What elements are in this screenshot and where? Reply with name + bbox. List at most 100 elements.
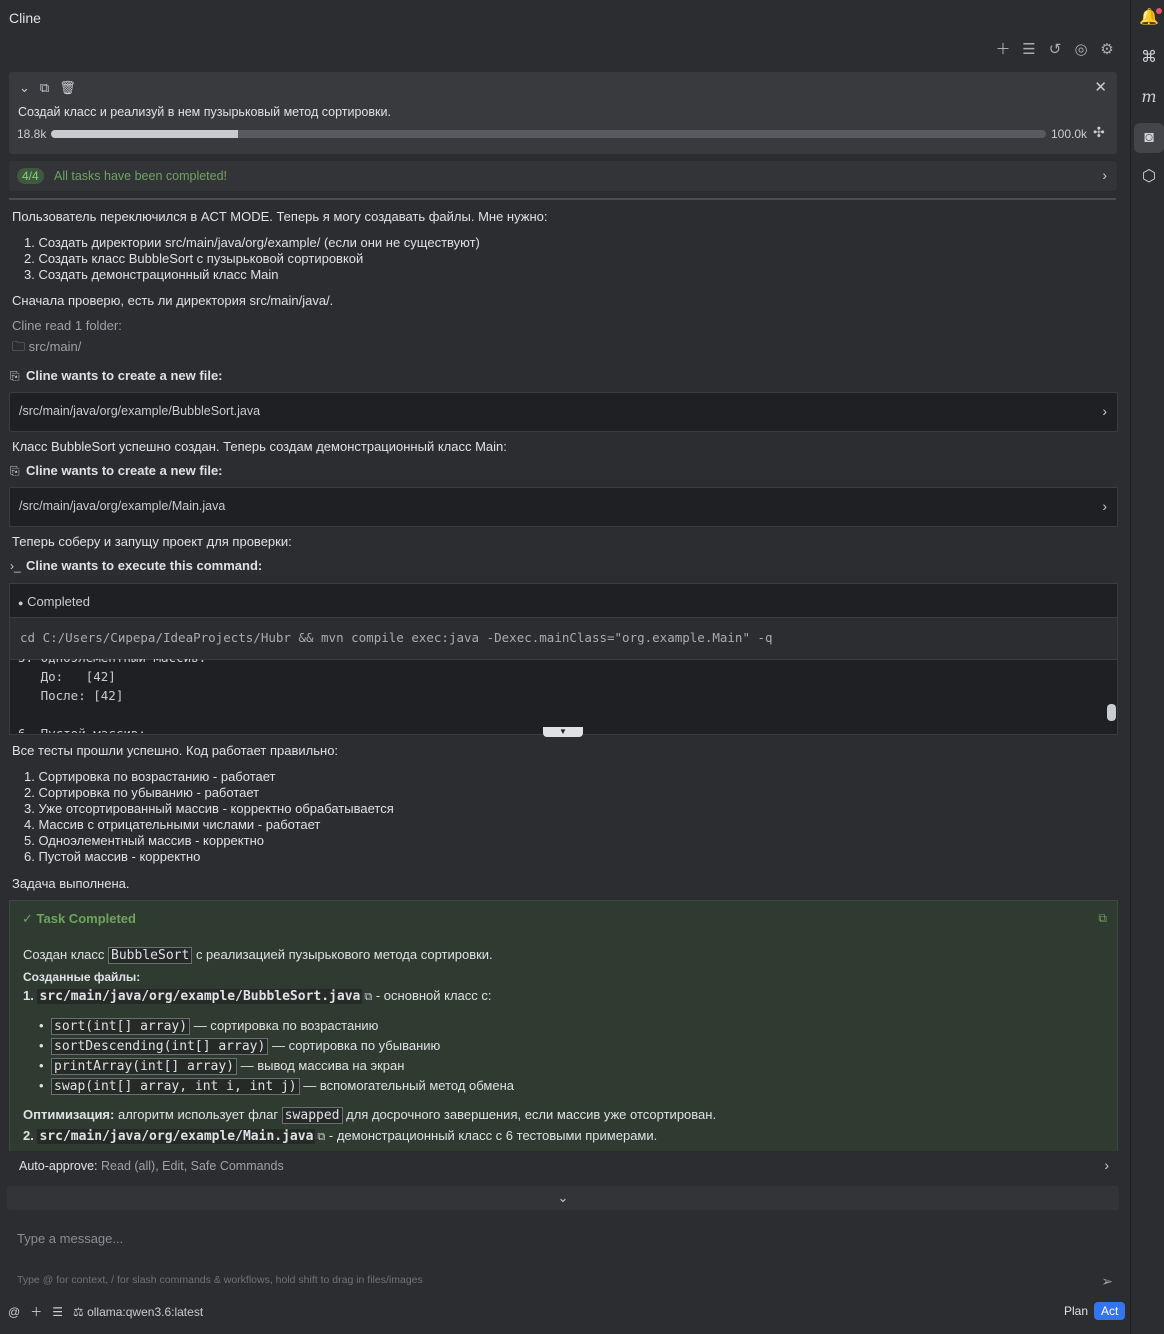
top-toolbar: ＋ ☰ ↺ ◎ ⚙ bbox=[994, 41, 1116, 59]
message-placeholder: Type a message... bbox=[17, 1231, 124, 1246]
command-status: ● Completed bbox=[18, 594, 90, 609]
auto-approve-label: Auto-approve: bbox=[19, 1159, 98, 1173]
command-line: cd C:/Users/Сирера/IdeaProjects/Hubr && … bbox=[10, 617, 1117, 660]
task-completed-title: ✓ Task Completed bbox=[22, 911, 136, 926]
created-file-1: 1. src/main/java/org/example/BubbleSort.… bbox=[23, 988, 492, 1004]
input-actions: @ ＋ ☰ ⚖ ollama:qwen3.6:latest bbox=[8, 1303, 203, 1320]
todo-text: All tasks have been completed! bbox=[54, 169, 228, 183]
input-hint: Type @ for context, / for slash commands… bbox=[17, 1274, 423, 1286]
external-link-icon[interactable]: ⧉ bbox=[364, 991, 372, 1003]
list-item: 3. Уже отсортированный массив - корректн… bbox=[24, 801, 394, 816]
plus-icon[interactable]: ＋ bbox=[30, 1303, 42, 1320]
created-file-2: 2. src/main/java/org/example/Main.java ⧉ … bbox=[23, 1128, 658, 1144]
trash-icon[interactable]: 🗑 bbox=[59, 80, 76, 96]
file-item-bubblesort[interactable]: /src/main/java/org/example/BubbleSort.ja… bbox=[9, 392, 1118, 432]
read-folder-item[interactable]: 🗀 src/main/ bbox=[12, 338, 81, 360]
auto-approve-bar[interactable]: Auto-approve: Read (all), Edit, Safe Com… bbox=[9, 1151, 1119, 1181]
task-text: Создай класс и реализуй в нем пузырьковы… bbox=[18, 105, 391, 119]
list-item: swap(int[] array, int i, int j) — вспомо… bbox=[39, 1078, 514, 1095]
message-tests-ok: Все тесты прошли успешно. Код работает п… bbox=[12, 743, 339, 758]
todo-badge: 4/4 bbox=[17, 168, 44, 184]
compress-icon[interactable]: ✣ bbox=[1093, 124, 1105, 141]
right-tool-strip: 🔔 ⌘ m ◙ ⬡ bbox=[1130, 0, 1164, 1334]
message-check: Сначала проверю, есть ли директория src/… bbox=[12, 293, 334, 308]
stack-icon[interactable]: ☰ bbox=[52, 1305, 63, 1319]
command-output[interactable]: 5. Одноэлементный массив: До: [42] После… bbox=[18, 659, 1103, 733]
external-link-icon[interactable]: ⧉ bbox=[317, 1131, 325, 1143]
list-item: sort(int[] array) — сортировка по возрас… bbox=[39, 1018, 378, 1035]
results-list: 1. Сортировка по возрастанию - работает … bbox=[24, 769, 394, 865]
file-item-main[interactable]: /src/main/java/org/example/Main.java › bbox=[9, 487, 1118, 527]
new-file-icon: ⎘ bbox=[10, 464, 20, 478]
markdown-icon[interactable]: m bbox=[1139, 87, 1159, 107]
history-icon[interactable]: ↺ bbox=[1046, 41, 1064, 59]
message-build: Теперь соберу и запущу проект для провер… bbox=[12, 534, 292, 549]
mode-toggle[interactable]: Plan Act bbox=[1058, 1302, 1126, 1320]
chevron-right-icon: › bbox=[1104, 1157, 1109, 1173]
gear-icon[interactable]: ⚙ bbox=[1098, 41, 1116, 59]
message-done: Задача выполнена. bbox=[12, 876, 130, 891]
list-item: 1. Создать директории src/main/java/org/… bbox=[24, 235, 480, 250]
list-item: 2. Создать класс BubbleSort с пузырьково… bbox=[24, 251, 364, 266]
chevron-down-icon[interactable]: ⌄ bbox=[19, 80, 30, 96]
command-block: ● Completed cd C:/Users/Сирера/IdeaProje… bbox=[9, 583, 1118, 735]
message-intro: Пользователь переключился в ACT MODE. Те… bbox=[12, 209, 548, 224]
auto-approve-value: Read (all), Edit, Safe Commands bbox=[101, 1159, 284, 1173]
model-icon: ⚖ bbox=[72, 1304, 84, 1319]
task-completed-card: ✓ Task Completed ⧉ Создан класс BubbleSo… bbox=[9, 900, 1118, 1152]
list-item: sortDescending(int[] array) — сортировка… bbox=[39, 1038, 440, 1055]
list-item: printArray(int[] array) — вывод массива … bbox=[39, 1058, 404, 1075]
check-icon: ✓ bbox=[22, 911, 33, 926]
notification-dot bbox=[1156, 8, 1162, 14]
at-mention-icon[interactable]: @ bbox=[8, 1305, 20, 1319]
chevron-right-icon: › bbox=[1102, 403, 1107, 419]
list-item: 3. Создать демонстрационный класс Main bbox=[24, 267, 279, 282]
completion-line-1: Создан класс BubbleSort с реализацией пу… bbox=[23, 947, 493, 964]
scroll-down-button[interactable]: ⌄ bbox=[7, 1186, 1119, 1210]
ai-icon[interactable]: ⬡ bbox=[1139, 167, 1159, 187]
context-progress-fill bbox=[51, 130, 239, 138]
tokens-used: 18.8k bbox=[17, 127, 47, 141]
copy-icon[interactable]: ⧉ bbox=[40, 80, 49, 96]
read-folder-label: Cline read 1 folder: bbox=[12, 318, 122, 333]
cline-panel: Cline ＋ ☰ ↺ ◎ ⚙ ⌄ ⧉ 🗑 ✕ Создай класс и р… bbox=[0, 0, 1130, 1334]
message-after-file1: Класс BubbleSort успешно создан. Теперь … bbox=[12, 439, 507, 454]
send-icon[interactable]: ➢ bbox=[1101, 1273, 1113, 1290]
status-dot-icon: ● bbox=[18, 598, 24, 608]
account-icon[interactable]: ◎ bbox=[1072, 41, 1090, 59]
expand-output-button[interactable]: ▼ bbox=[543, 727, 583, 737]
list-item: 1. Сортировка по возрастанию - работает bbox=[24, 769, 276, 784]
list-item: 5. Одноэлементный массив - корректно bbox=[24, 833, 264, 848]
plan-list: 1. Создать директории src/main/java/org/… bbox=[24, 235, 480, 283]
file-link-bubblesort[interactable]: src/main/java/org/example/BubbleSort.jav… bbox=[37, 989, 363, 1004]
todo-summary[interactable]: 4/4 All tasks have been completed! › bbox=[9, 161, 1117, 191]
list-item: 6. Пустой массив - корректно bbox=[24, 849, 201, 864]
act-mode-button[interactable]: Act bbox=[1094, 1302, 1126, 1320]
optimization-line: Оптимизация: алгоритм использует флаг sw… bbox=[23, 1107, 717, 1124]
task-header: ⌄ ⧉ 🗑 ✕ Создай класс и реализуй в нем пу… bbox=[9, 72, 1117, 154]
chevron-right-icon: › bbox=[1102, 498, 1107, 514]
divider bbox=[9, 198, 1116, 200]
panel-title: Cline bbox=[9, 10, 41, 26]
cline-bot-icon[interactable]: ◙ bbox=[1134, 123, 1164, 153]
create-file-label-2: ⎘ Cline wants to create a new file: bbox=[10, 463, 223, 478]
close-icon[interactable]: ✕ bbox=[1094, 78, 1107, 96]
stack-icon[interactable]: ☰ bbox=[1020, 41, 1038, 59]
plan-mode-button[interactable]: Plan bbox=[1058, 1302, 1094, 1320]
model-selector[interactable]: ⚖ ollama:qwen3.6:latest bbox=[73, 1305, 203, 1319]
assistant-icon[interactable]: ⌘ bbox=[1139, 48, 1159, 68]
plus-icon[interactable]: ＋ bbox=[994, 41, 1012, 59]
chevron-right-icon: › bbox=[1102, 167, 1107, 183]
copy-icon[interactable]: ⧉ bbox=[1098, 911, 1107, 926]
output-scrollbar[interactable] bbox=[1107, 704, 1116, 721]
terminal-icon: ›_ bbox=[10, 559, 21, 573]
list-item: 4. Массив с отрицательными числами - раб… bbox=[24, 817, 321, 832]
new-file-icon: ⎘ bbox=[10, 369, 20, 383]
list-item: 2. Сортировка по убыванию - работает bbox=[24, 785, 260, 800]
create-file-label-1: ⎘ Cline wants to create a new file: bbox=[10, 368, 223, 383]
tokens-max: 100.0k bbox=[1051, 127, 1088, 141]
folder-icon: 🗀 bbox=[12, 339, 26, 354]
execute-command-label: ›_ Cline wants to execute this command: bbox=[10, 558, 263, 573]
files-heading: Созданные файлы: bbox=[23, 970, 141, 984]
file-link-main[interactable]: src/main/java/org/example/Main.java bbox=[37, 1129, 316, 1144]
